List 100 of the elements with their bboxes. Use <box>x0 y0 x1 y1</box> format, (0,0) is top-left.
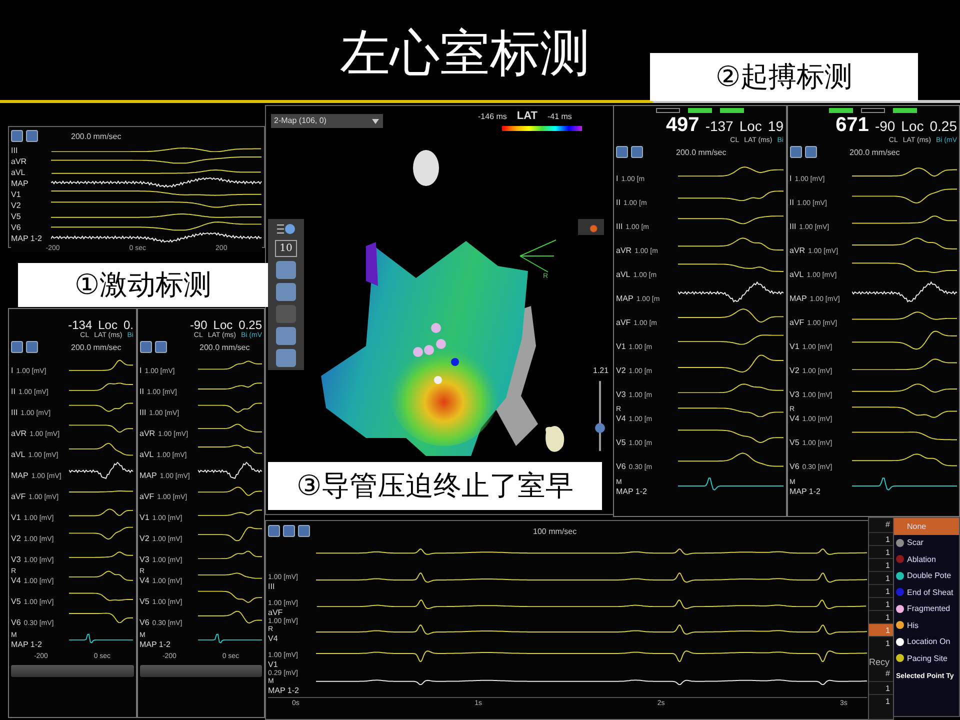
lead-label: I <box>11 366 14 375</box>
map-tool-button[interactable] <box>276 261 296 279</box>
scroll-bar[interactable] <box>11 665 134 677</box>
menu-item-label: Pacing Site <box>907 654 948 663</box>
menu-item[interactable]: End of Sheat <box>894 584 959 600</box>
menu-item-label: Scar <box>907 538 924 548</box>
lead-label: aVL <box>790 270 804 279</box>
lead-label: V4 <box>616 414 626 423</box>
cycle-length-value: 671 <box>836 114 869 137</box>
lead-label: V1 <box>11 513 21 522</box>
lead-label: MAP <box>140 471 157 480</box>
scroll-bar[interactable] <box>140 665 262 677</box>
lead-label: V6 <box>140 618 150 627</box>
lead-label: V1 <box>790 342 800 351</box>
ecg-trace <box>198 423 262 434</box>
column-header: # <box>886 668 891 680</box>
lead-label: aVF <box>616 318 631 327</box>
loc-label: Loc <box>213 318 233 332</box>
ecg-trace <box>198 402 262 414</box>
ecg-trace <box>198 550 262 560</box>
table-row[interactable]: 1 <box>869 623 893 636</box>
tool-icon[interactable] <box>790 146 802 158</box>
lat-value: -134 <box>68 318 92 332</box>
caption-box: ③导管压迫终止了室早 <box>268 462 602 510</box>
lead-label: III <box>140 408 146 417</box>
sweep-speed-label: 200.0 mm/sec <box>200 342 250 352</box>
ecg-trace <box>198 610 262 625</box>
lead-label: MAP <box>616 294 634 303</box>
lead-label: aVR <box>11 429 27 438</box>
lead-label: I <box>790 174 792 183</box>
lead-label: V6 <box>11 223 22 232</box>
lead-label: III <box>268 582 276 591</box>
lead-label: MAP 1-2 <box>616 487 647 496</box>
lead-label: II <box>790 198 794 207</box>
point-count-field[interactable]: 10 <box>274 240 298 257</box>
loc-label: Loc <box>901 118 924 134</box>
lead-label: MAP <box>790 294 807 303</box>
lead-label: V2 <box>616 366 626 375</box>
ecg-trace <box>69 382 134 392</box>
lead-label: V6 <box>11 618 21 627</box>
lead-label: II <box>616 198 620 207</box>
slide-title: 左心室标测 <box>340 23 590 84</box>
ecg-trace <box>69 402 134 413</box>
menu-item[interactable]: Pacing Site <box>894 650 959 666</box>
lead-label: aVL <box>11 168 26 177</box>
sweep-speed-label: 200.0 mm/sec <box>71 132 122 140</box>
ecg-trace <box>198 461 262 480</box>
lead-label: V4 <box>790 414 800 423</box>
heart-map-drawing[interactable] <box>321 150 538 456</box>
lead-label: V5 <box>790 438 800 447</box>
menu-item-label: Fragmented <box>907 604 950 614</box>
lead-label: V3 <box>616 390 626 399</box>
lead-label: MAP <box>11 471 28 480</box>
lead-label: II <box>11 387 16 396</box>
menu-item[interactable]: Location On <box>894 634 959 650</box>
zoom-reading: 1.21 <box>593 366 609 375</box>
map-tool-button[interactable] <box>276 283 296 301</box>
scale-min-label: -146 ms <box>478 112 507 121</box>
lead-label: V4 <box>11 576 21 585</box>
menu-item[interactable]: Fragmented <box>894 600 959 617</box>
lead-label: aVL <box>11 450 26 459</box>
sweep-speed-label: 200.0 mm/sec <box>71 342 122 352</box>
menu-item-label: End of Sheat <box>907 588 954 597</box>
map-select-dropdown[interactable]: 2-Map (106, 0) <box>271 114 383 128</box>
point-display-icon[interactable] <box>578 219 604 235</box>
lead-label: aVR <box>616 246 632 255</box>
sweep-speed-label: 200.0 mm/sec <box>676 148 726 156</box>
lead-label: V1 <box>140 513 150 522</box>
heart-list-icon[interactable] <box>276 222 296 236</box>
lead-label: III <box>790 222 796 231</box>
menu-item[interactable]: Ablation <box>894 551 959 568</box>
ecg-trace <box>198 444 262 455</box>
map-tool-button[interactable] <box>276 349 296 367</box>
loc-label: Loc <box>98 318 118 332</box>
loc-value: 0. <box>123 318 134 332</box>
lead-label: MAP 1-2 <box>268 686 300 695</box>
column-header: # <box>886 519 891 531</box>
lead-label: aVF <box>11 492 26 501</box>
zoom-slider-thumb[interactable] <box>595 423 605 433</box>
ecg-trace <box>198 590 262 604</box>
scale-max-label: -41 ms <box>547 112 572 121</box>
tool-icon[interactable] <box>154 341 166 353</box>
menu-item-label: Location On <box>907 637 950 646</box>
lead-label: aVF <box>790 318 804 327</box>
map-tool-button[interactable] <box>276 327 296 345</box>
lead-label: V2 <box>11 534 21 543</box>
menu-item[interactable]: His <box>894 617 959 634</box>
menu-item-label: Double Pote <box>907 571 952 580</box>
menu-item[interactable]: Scar <box>894 534 959 551</box>
lead-label: MAP 1-2 <box>11 640 42 649</box>
ecg-trace <box>69 570 134 582</box>
scale-title: LAT <box>516 110 538 122</box>
menu-item-label: Ablation <box>907 554 936 564</box>
lead-label: V1 <box>11 190 22 199</box>
caret-icon <box>372 118 379 124</box>
menu-item[interactable]: Double Pote <box>894 568 959 584</box>
tool-icon[interactable] <box>140 341 152 353</box>
ecg-trace <box>69 442 134 457</box>
tool-icon[interactable] <box>804 146 816 158</box>
menu-item-label: His <box>907 620 919 630</box>
